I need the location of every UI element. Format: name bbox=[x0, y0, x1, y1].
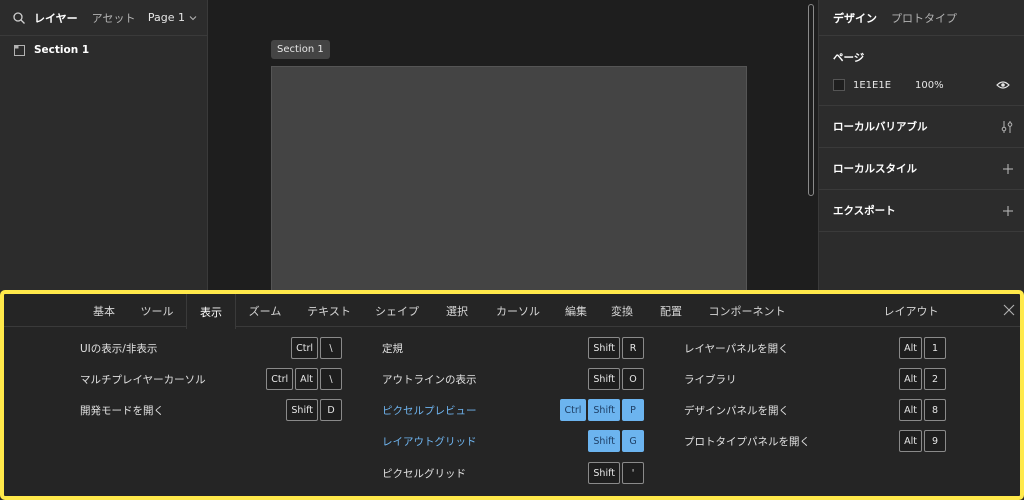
shortcut-label: ピクセルプレビュー bbox=[382, 404, 477, 417]
key-cap: ' bbox=[622, 462, 644, 484]
shortcut-keys: Alt 8 bbox=[899, 399, 946, 421]
tab-shortcut-8[interactable]: 編集 bbox=[556, 294, 596, 327]
shortcut-keys: Alt 2 bbox=[899, 368, 946, 390]
tab-shortcut-10[interactable]: 配置 bbox=[647, 294, 695, 327]
color-swatch[interactable] bbox=[833, 79, 845, 91]
key-cap: Shift bbox=[286, 399, 318, 421]
tab-shortcut-3[interactable]: ズーム bbox=[236, 294, 294, 327]
shortcut-keys: Ctrl Alt \ bbox=[266, 368, 342, 390]
key-cap: 9 bbox=[924, 430, 946, 452]
close-icon[interactable] bbox=[1002, 303, 1016, 317]
shortcut-label: アウトラインの表示 bbox=[382, 373, 477, 386]
shortcut-label: 定規 bbox=[382, 342, 403, 355]
tab-design[interactable]: デザイン bbox=[833, 10, 877, 26]
page-selector[interactable]: Page 1 bbox=[148, 11, 197, 24]
page-color-row: 1E1E1E 100% bbox=[833, 79, 1010, 91]
shortcut-keys: Shift O bbox=[588, 368, 644, 390]
shortcut-label: レイアウトグリッド bbox=[382, 435, 477, 448]
shortcut-label: プロトタイプパネルを開く bbox=[684, 435, 810, 448]
local-variables-row[interactable]: ローカルバリアブル bbox=[819, 106, 1024, 148]
key-cap: Ctrl bbox=[266, 368, 294, 390]
opacity-input[interactable]: 100% bbox=[915, 80, 944, 91]
tab-shortcut-5[interactable]: シェイプ bbox=[361, 294, 433, 327]
local-styles-row[interactable]: ローカルスタイル bbox=[819, 148, 1024, 190]
key-cap: 8 bbox=[924, 399, 946, 421]
page-section: ページ 1E1E1E 100% bbox=[819, 36, 1024, 106]
tab-shortcut-6[interactable]: 選択 bbox=[436, 294, 478, 327]
shortcut-keys: Shift G bbox=[588, 430, 644, 452]
key-cap: Alt bbox=[899, 430, 922, 452]
key-cap: 1 bbox=[924, 337, 946, 359]
shortcut-keys: Shift ' bbox=[588, 462, 644, 484]
tab-shortcut-9[interactable]: 変換 bbox=[601, 294, 643, 327]
key-cap: 2 bbox=[924, 368, 946, 390]
key-cap: R bbox=[622, 337, 644, 359]
keyboard-shortcuts-panel: 基本 ツール 表示 ズーム テキスト シェイプ 選択 カーソル 編集 変換 配置 コンポーネントレイア… bbox=[0, 290, 1024, 500]
shortcut-keys: Ctrl Shift P bbox=[559, 399, 644, 421]
key-cap: \ bbox=[320, 337, 342, 359]
shortcut-label: 開発モードを開く bbox=[80, 404, 164, 417]
key-cap: Shift bbox=[588, 462, 620, 484]
key-cap: Alt bbox=[899, 368, 922, 390]
shortcut-label: レイヤーパネルを開く bbox=[684, 342, 789, 355]
tab-prototype[interactable]: プロトタイプ bbox=[891, 10, 957, 26]
search-icon[interactable] bbox=[12, 11, 26, 25]
key-cap: G bbox=[622, 430, 644, 452]
tab-shortcut-0[interactable]: 基本 bbox=[82, 294, 126, 327]
tab-layers[interactable]: レイヤー bbox=[34, 10, 78, 26]
export-title: エクスポート bbox=[833, 205, 896, 217]
key-cap: Shift bbox=[588, 337, 620, 359]
color-hex-input[interactable]: 1E1E1E bbox=[853, 80, 915, 91]
shortcut-label: ピクセルグリッド bbox=[382, 467, 466, 480]
shortcut-keys: Alt 1 bbox=[899, 337, 946, 359]
key-cap: Shift bbox=[588, 399, 620, 421]
tab-shortcut-1[interactable]: ツール bbox=[132, 294, 182, 327]
key-cap: \ bbox=[320, 368, 342, 390]
tab-shortcut-11[interactable]: コンポーネント bbox=[699, 294, 795, 327]
tab-shortcut-12[interactable]: レイアウト bbox=[864, 294, 958, 327]
adjust-icon[interactable] bbox=[1000, 120, 1014, 134]
plus-icon[interactable] bbox=[1002, 163, 1014, 175]
layers-panel-header: レイヤー アセット Page 1 bbox=[0, 0, 207, 36]
key-cap: Alt bbox=[899, 399, 922, 421]
key-cap: Ctrl bbox=[559, 399, 587, 421]
page-section-title: ページ bbox=[833, 52, 865, 64]
shortcut-label: ライブラリ bbox=[684, 373, 737, 386]
key-cap: Alt bbox=[899, 337, 922, 359]
shortcut-category-tabs: 基本 ツール 表示 ズーム テキスト シェイプ 選択 カーソル 編集 変換 配置 コンポーネント レイア… bbox=[4, 294, 1020, 329]
local-variables-title: ローカルバリアブル bbox=[833, 121, 928, 133]
vertical-scrollbar[interactable] bbox=[808, 4, 814, 196]
local-styles-title: ローカルスタイル bbox=[833, 163, 917, 175]
key-cap: D bbox=[320, 399, 342, 421]
frame-icon bbox=[14, 44, 25, 56]
key-cap: Ctrl bbox=[291, 337, 318, 359]
tab-assets[interactable]: アセット bbox=[92, 10, 136, 26]
key-cap: Alt bbox=[295, 368, 318, 390]
key-cap: Shift bbox=[588, 430, 620, 452]
eye-icon[interactable] bbox=[996, 80, 1010, 90]
chevron-down-icon bbox=[189, 15, 197, 20]
page-selector-label: Page 1 bbox=[147, 11, 185, 24]
section-frame[interactable] bbox=[271, 66, 747, 306]
shortcut-label: デザインパネルを開く bbox=[684, 404, 789, 417]
tab-shortcut-2[interactable]: 表示 bbox=[186, 294, 236, 329]
shortcut-keys: Alt 9 bbox=[899, 430, 946, 452]
key-cap: Shift bbox=[588, 368, 620, 390]
tab-shortcut-4[interactable]: テキスト bbox=[297, 294, 361, 327]
shortcut-label: マルチプレイヤーカーソル bbox=[80, 373, 206, 386]
plus-icon[interactable] bbox=[1002, 205, 1014, 217]
shortcut-keys: Shift R bbox=[588, 337, 644, 359]
export-row[interactable]: エクスポート bbox=[819, 190, 1024, 232]
tab-shortcut-7[interactable]: カーソル bbox=[484, 294, 552, 327]
key-cap: P bbox=[622, 399, 644, 421]
key-cap: O bbox=[622, 368, 644, 390]
layer-name: Section 1 bbox=[34, 44, 90, 56]
shortcut-keys: Shift D bbox=[286, 399, 342, 421]
shortcut-keys: Ctrl \ bbox=[291, 337, 342, 359]
section-label[interactable]: Section 1 bbox=[271, 40, 330, 59]
design-panel-header: デザイン プロトタイプ bbox=[819, 0, 1024, 36]
shortcut-label: UIの表示/非表示 bbox=[80, 342, 158, 355]
layer-row-section[interactable]: Section 1 bbox=[0, 36, 207, 64]
